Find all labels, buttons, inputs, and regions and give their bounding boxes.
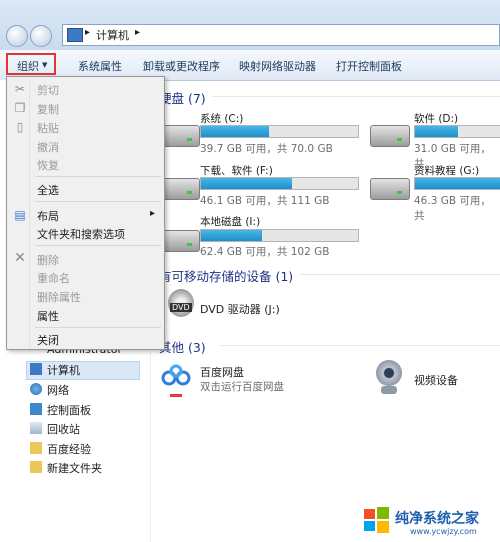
menu-separator [35,327,161,328]
paste-icon: ▯ [16,120,24,134]
menu-separator [35,201,161,202]
nav-selection [26,361,140,380]
drive-icon [160,125,200,147]
layout-icon: ▤ [14,208,26,222]
copy-icon: ❐ [14,101,26,115]
menu-item-paste[interactable]: 粘贴 [37,120,59,136]
nav-item-computer[interactable]: 计算机 [47,362,80,378]
menu-icon-gutter [29,77,30,349]
menu-item-select-all[interactable]: 全选 [37,182,59,198]
baidu-netdisk-icon [161,364,191,392]
nav-item-baidu-experience[interactable]: 百度经验 [47,441,91,457]
drive-i-usage-bar [200,229,359,242]
nav-item-network[interactable]: 网络 [47,382,69,398]
back-button[interactable] [6,25,28,47]
organize-menu: ✂ 剪切 ❐ 复制 ▯ 粘贴 撤消 恢复 全选 ▤ 布局 ▸ 文件夹和搜索选项 … [6,76,165,350]
drive-g-name[interactable]: 资料教程 (G:) [414,163,479,178]
breadcrumb-arrow[interactable]: ▸ [135,27,140,38]
drive-g-info: 46.3 GB 可用，共 [414,195,491,222]
scissors-icon: ✂ [14,82,26,96]
watermark: 纯净系统之家 www.ycwjzy.com [362,502,496,540]
webcam-icon [376,360,402,386]
dvd-badge: DVD [170,303,192,312]
drive-icon [370,125,410,147]
drive-c-usage-bar [200,125,359,138]
drive-i-info: 62.4 GB 可用，共 102 GB [200,246,330,258]
organize-chevron-icon[interactable]: ▼ [42,61,47,69]
folder-icon [30,442,42,454]
menu-separator [35,176,161,177]
section-other[interactable]: 其他 (3) [159,337,206,356]
organize-label[interactable]: 组织 [17,58,39,74]
windows-logo-icon [362,506,390,534]
uninstall-program-button[interactable]: 卸载或更改程序 [143,58,220,74]
drive-f-usage-bar [200,177,359,190]
delete-x-icon: ✕ [14,250,26,266]
drive-icon [160,230,200,252]
menu-item-properties[interactable]: 属性 [37,308,59,324]
section-hard-disks[interactable]: 硬盘 (7) [159,88,206,107]
watermark-title: 纯净系统之家 [395,511,479,527]
control-panel-icon [30,403,42,415]
address-field[interactable]: ▸ 计算机 ▸ [62,24,500,46]
drive-icon [370,178,410,200]
breadcrumb-separator[interactable]: ▸ [85,27,90,38]
dvd-drive-name[interactable]: DVD 驱动器 (J:) [200,301,280,317]
baidu-netdisk-name[interactable]: 百度网盘 [200,364,244,380]
drive-f-info: 46.1 GB 可用，共 111 GB [200,195,330,207]
nav-item-new-folder[interactable]: 新建文件夹 [47,460,102,476]
submenu-arrow-icon: ▸ [150,208,156,219]
menu-item-copy[interactable]: 复制 [37,101,59,117]
breadcrumb-computer[interactable]: 计算机 [96,27,129,43]
drive-i-name[interactable]: 本地磁盘 (I:) [200,214,260,229]
menu-item-undo[interactable]: 撤消 [37,139,59,155]
drive-f-name[interactable]: 下载、软件 (F:) [200,163,273,178]
menu-item-remove-properties[interactable]: 删除属性 [37,289,81,305]
drive-c-name[interactable]: 系统 (C:) [200,111,243,126]
nav-item-recycle-bin[interactable]: 回收站 [47,421,80,437]
menu-item-cut[interactable]: 剪切 [37,82,59,98]
section-removable[interactable]: 有可移动存储的设备 (1) [159,266,293,285]
open-control-panel-button[interactable]: 打开控制面板 [336,58,402,74]
menu-item-layout[interactable]: 布局 [37,208,59,224]
section-divider [220,345,500,346]
menu-separator [35,245,161,246]
menu-item-folder-options[interactable]: 文件夹和搜索选项 [37,226,125,242]
video-device-name[interactable]: 视频设备 [414,372,458,388]
nav-item-control-panel[interactable]: 控制面板 [47,402,91,418]
map-network-drive-button[interactable]: 映射网络驱动器 [239,58,316,74]
baidu-underline [170,394,182,397]
folder-icon [30,461,42,473]
forward-button[interactable] [30,25,52,47]
computer-icon [67,28,83,42]
drive-g-usage-bar [414,177,500,190]
menu-item-delete[interactable]: 删除 [37,252,59,268]
network-icon [30,383,42,395]
system-properties-button[interactable]: 系统属性 [78,58,122,74]
drive-d-name[interactable]: 软件 (D:) [414,111,458,126]
menu-item-rename[interactable]: 重命名 [37,270,70,286]
menu-item-close[interactable]: 关闭 [37,332,59,348]
watermark-url: www.ycwjzy.com [410,527,477,536]
drive-c-info: 39.7 GB 可用，共 70.0 GB [200,143,333,155]
drive-icon [160,178,200,200]
computer-icon [30,363,42,375]
menu-item-redo[interactable]: 恢复 [37,157,59,173]
drive-d-usage-bar [414,125,500,138]
webcam-stand [381,386,397,394]
baidu-netdisk-desc: 双击运行百度网盘 [200,381,284,393]
recycle-bin-icon [30,422,42,434]
section-divider [300,274,500,275]
section-divider [212,96,500,97]
